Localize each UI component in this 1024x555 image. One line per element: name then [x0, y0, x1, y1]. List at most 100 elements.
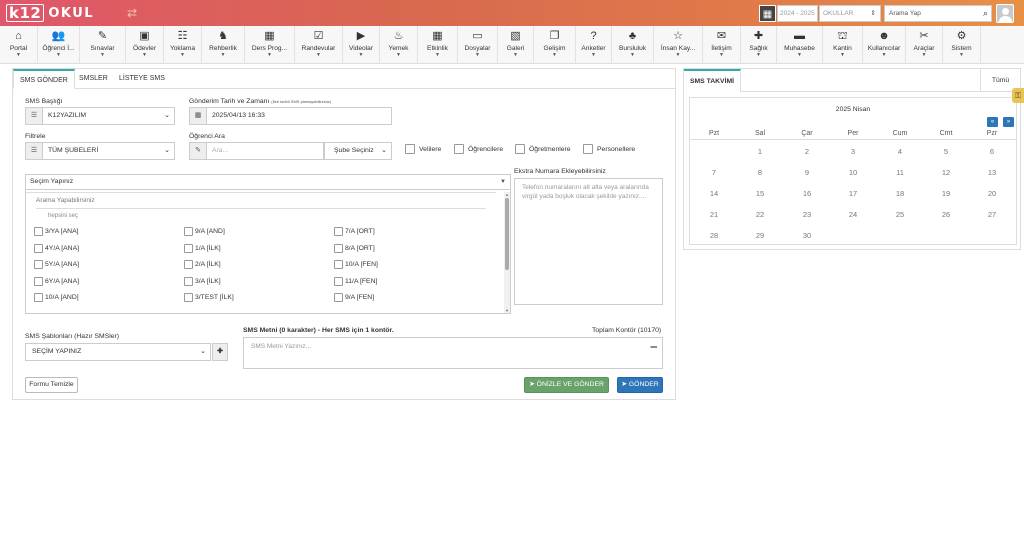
filter-select[interactable]: ☰ TÜM ŞUBELERİ ⌄ — [25, 142, 175, 160]
nav-item[interactable]: ☑ Randevular ▼ — [295, 26, 343, 64]
nav-item[interactable]: ▶ Videolar ▼ — [343, 26, 380, 64]
tab-list-sms[interactable]: LİSTEYE SMS — [113, 69, 171, 89]
calendar-day[interactable]: 12 — [926, 168, 966, 177]
tab-sms-calendar[interactable]: SMS TAKVİMİ — [684, 69, 741, 92]
preview-send-button[interactable]: ➤ ÖNİZLE VE GÖNDER — [524, 377, 609, 393]
key-icon[interactable]: ⚿ — [1012, 88, 1024, 103]
calendar-day[interactable]: 11 — [880, 168, 920, 177]
nav-item[interactable]: ✂ Araçlar ▼ — [906, 26, 943, 64]
class-multiselect[interactable]: Seçim Yapınız ▼ Arama Yapabilirsiniz hep… — [25, 174, 511, 314]
recipient-parents-checkbox[interactable]: Velilere — [405, 144, 441, 154]
tab-sms-send[interactable]: SMS GÖNDER — [13, 69, 75, 89]
calendar-prev-button[interactable]: « — [987, 117, 998, 127]
calendar-day[interactable]: 18 — [880, 189, 920, 198]
tab-sms-list[interactable]: SMSLER — [73, 69, 114, 89]
calendar-day[interactable]: 9 — [787, 168, 827, 177]
send-date-input[interactable]: ▦ 2025/04/13 16:33 — [189, 107, 392, 125]
class-option[interactable]: 8/A [ORT] — [334, 243, 375, 253]
calendar-day[interactable]: 8 — [740, 168, 780, 177]
calendar-day[interactable]: 7 — [694, 168, 734, 177]
class-option[interactable]: 5Y/A [ANA] — [34, 260, 79, 269]
nav-item[interactable]: ♣ Bursluluk ▼ — [612, 26, 654, 64]
class-option[interactable]: 3/A [İLK] — [184, 276, 221, 286]
calendar-day[interactable]: 19 — [926, 189, 966, 198]
nav-item[interactable]: ♨ Yemek ▼ — [380, 26, 418, 64]
sms-text-textarea[interactable]: SMS Metni Yazınız... ▬ — [243, 337, 663, 369]
calendar-day[interactable]: 10 — [833, 168, 873, 177]
nav-item[interactable]: ? Anketler ▼ — [576, 26, 612, 64]
nav-item[interactable]: ☆ İnsan Kay... ▼ — [654, 26, 703, 64]
nav-item[interactable]: 👥 Öğrenci İ... ▼ — [38, 26, 80, 64]
calendar-day[interactable]: 25 — [880, 210, 920, 219]
nav-item[interactable]: ♞ Rehberlik ▼ — [202, 26, 245, 64]
class-search-input[interactable]: Arama Yapabilirsiniz — [36, 197, 486, 209]
class-option[interactable]: 6Y/A [ANA] — [34, 276, 79, 286]
calendar-day[interactable]: 4 — [880, 147, 920, 156]
class-option[interactable]: 9/A [FEN] — [334, 293, 374, 302]
search-icon[interactable]: ⌕ — [983, 6, 988, 21]
calendar-day[interactable]: 15 — [740, 189, 780, 198]
nav-item[interactable]: ✚ Sağlık ▼ — [741, 26, 777, 64]
class-option[interactable]: 1/A [İLK] — [184, 243, 221, 253]
calendar-day[interactable]: 23 — [787, 210, 827, 219]
scroll-up-icon[interactable]: ▲ — [504, 192, 510, 197]
nav-item[interactable]: ▣ Ödevler ▼ — [126, 26, 164, 64]
nav-item[interactable]: ▬ Muhasebe ▼ — [777, 26, 823, 64]
nav-item[interactable]: ⛫ Kantin ▼ — [823, 26, 863, 64]
class-option[interactable]: 10/A [FEN] — [334, 260, 378, 269]
calendar-next-button[interactable]: » — [1003, 117, 1014, 127]
nav-item[interactable]: ⌂ Portal ▼ — [0, 26, 38, 64]
nav-item[interactable]: ▦ Ders Prog... ▼ — [245, 26, 295, 64]
class-option[interactable]: 9/A [AND] — [184, 227, 225, 236]
qr-code-icon[interactable]: ▦ — [759, 5, 776, 22]
nav-item[interactable]: ✉ İletişim ▼ — [703, 26, 741, 64]
add-template-button[interactable]: ✚ — [212, 343, 228, 361]
branch-select[interactable]: Şube Seçiniz ⌄ — [324, 142, 392, 160]
calendar-day[interactable]: 13 — [972, 168, 1012, 177]
nav-item[interactable]: ▦ Etkinlik ▼ — [418, 26, 458, 64]
extra-numbers-textarea[interactable]: Telefon numaralarını alt alta veya arala… — [514, 178, 663, 305]
school-select[interactable]: OKULLAR ⇕ — [819, 5, 881, 22]
scrollbar[interactable]: ▲ ▼ — [504, 192, 510, 313]
calendar-day[interactable]: 16 — [787, 189, 827, 198]
calendar-day[interactable]: 5 — [926, 147, 966, 156]
calendar-day[interactable]: 24 — [833, 210, 873, 219]
calendar-day[interactable]: 22 — [740, 210, 780, 219]
logo[interactable]: k12 OKUL — [6, 3, 94, 23]
search-input[interactable]: Arama Yap ⌕ — [884, 5, 992, 22]
clear-form-button[interactable]: Formu Temizle — [25, 377, 78, 393]
calendar-day[interactable]: 2 — [787, 147, 827, 156]
recipient-students-checkbox[interactable]: Öğrencilere — [454, 144, 503, 154]
nav-item[interactable]: ☷ Yoklama ▼ — [164, 26, 202, 64]
calendar-day[interactable]: 17 — [833, 189, 873, 198]
calendar-day[interactable]: 21 — [694, 210, 734, 219]
class-option[interactable]: 11/A [FEN] — [334, 276, 377, 286]
templates-select[interactable]: SEÇİM YAPINIZ ⌄ — [25, 343, 211, 361]
student-search-input[interactable]: ✎ Ara... — [189, 142, 324, 160]
nav-item[interactable]: ▧ Galeri ▼ — [498, 26, 534, 64]
shuffle-icon[interactable]: ⇄ — [125, 6, 139, 20]
nav-item[interactable]: ⚙ Sistem ▼ — [943, 26, 981, 64]
recipient-staff-checkbox[interactable]: Personellere — [583, 144, 635, 154]
calendar-day[interactable]: 26 — [926, 210, 966, 219]
class-option[interactable]: 7/A [ORT] — [334, 227, 375, 236]
calendar-day[interactable]: 27 — [972, 210, 1012, 219]
class-option[interactable]: 10/A [AND] — [34, 293, 79, 302]
nav-item[interactable]: ☻ Kullanıcılar ▼ — [863, 26, 906, 64]
nav-item[interactable]: ❐ Gelişim ▼ — [534, 26, 576, 64]
recipient-teachers-checkbox[interactable]: Öğretmenlere — [515, 144, 571, 154]
year-select[interactable]: 2024 - 2025 — [777, 5, 818, 22]
class-option[interactable]: 3/YA [ANA] — [34, 227, 79, 236]
calendar-day[interactable]: 30 — [787, 231, 827, 240]
class-option[interactable]: 4Y/A [ANA] — [34, 243, 79, 253]
calendar-day[interactable]: 1 — [740, 147, 780, 156]
calendar-day[interactable]: 3 — [833, 147, 873, 156]
nav-item[interactable]: ✎ Sınavlar ▼ — [80, 26, 126, 64]
avatar[interactable] — [996, 4, 1014, 23]
nav-item[interactable]: ▭ Dosyalar ▼ — [458, 26, 498, 64]
select-all-link[interactable]: hepsini seç — [48, 213, 78, 219]
class-select-header[interactable]: Seçim Yapınız ▼ — [26, 175, 510, 190]
class-option[interactable]: 3/TEST [İLK] — [184, 293, 234, 302]
sms-title-select[interactable]: ☰ K12YAZILIM ⌄ — [25, 107, 175, 125]
class-option[interactable]: 2/A [İLK] — [184, 260, 221, 269]
